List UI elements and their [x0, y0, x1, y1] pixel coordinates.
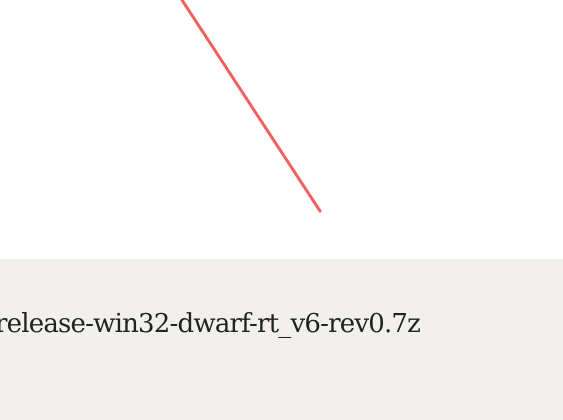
file-name-label[interactable]: release-win32-dwarf-rt_v6-rev0.7z	[0, 309, 421, 339]
connector-line	[180, 0, 322, 213]
file-info-panel: release-win32-dwarf-rt_v6-rev0.7z	[0, 259, 563, 420]
connector-line-svg	[180, 0, 322, 213]
canvas-area	[0, 0, 563, 259]
